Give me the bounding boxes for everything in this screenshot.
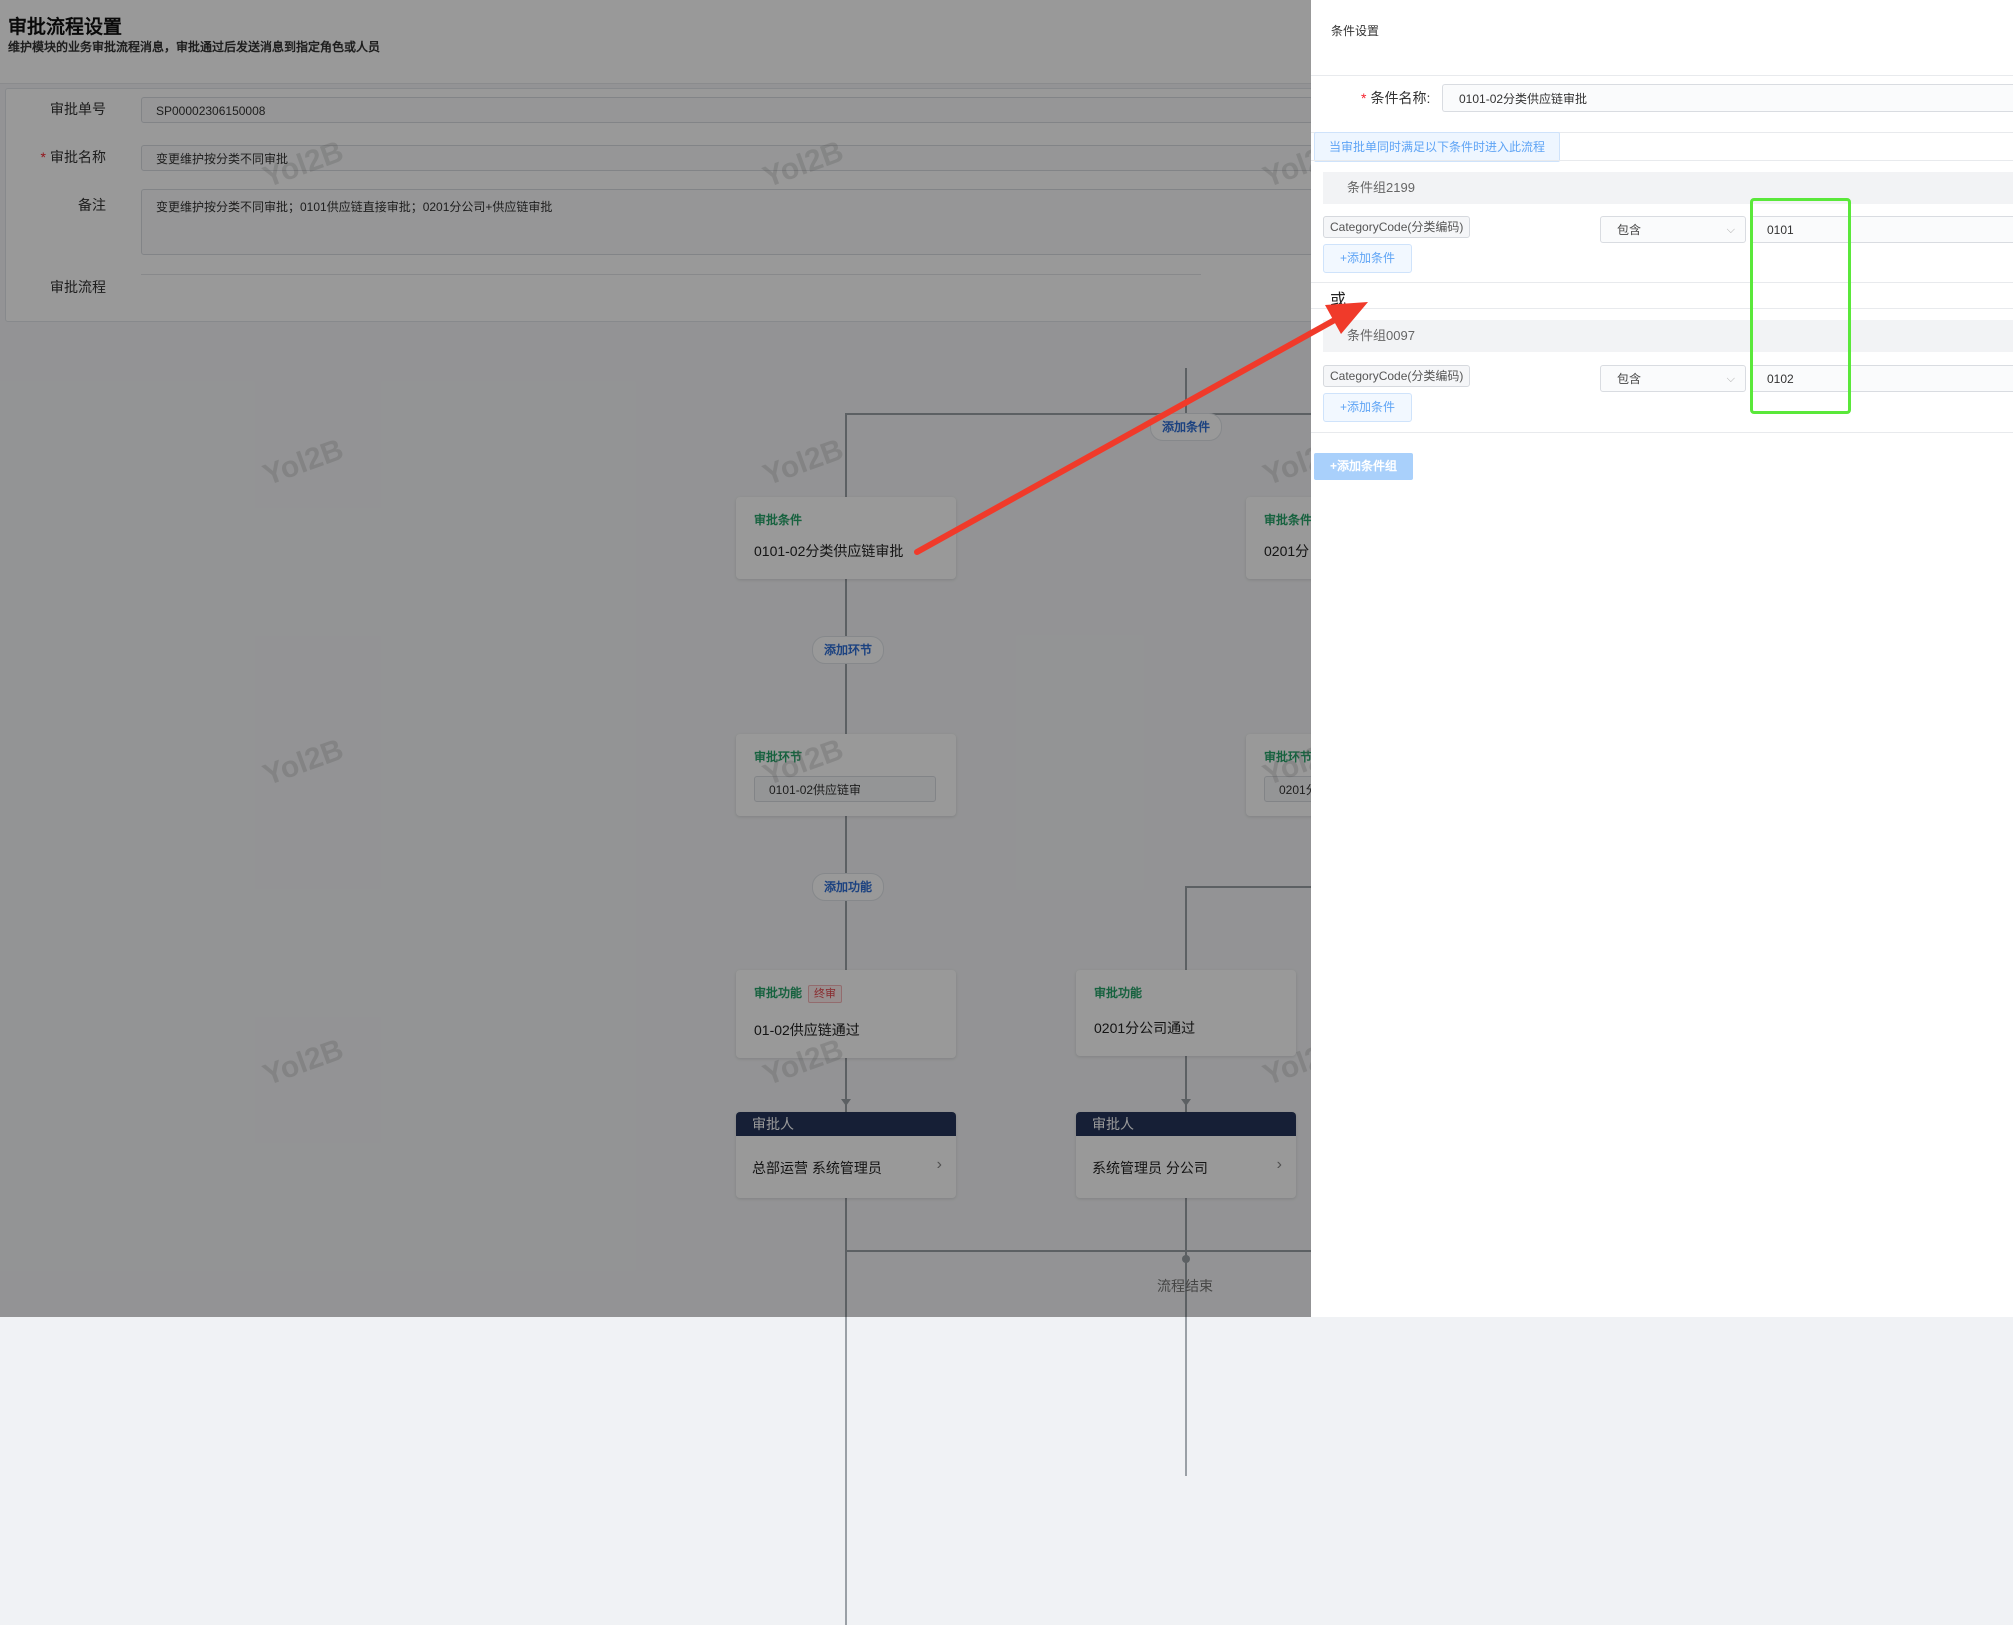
condition-field[interactable]: CategoryCode(分类编码) xyxy=(1323,216,1471,238)
condition-name-label-text: 条件名称: xyxy=(1370,90,1431,106)
condition-settings-drawer: 条件设置 * 条件名称: 0101-02分类供应链审批 当审批单同时满足以下条件时… xyxy=(1311,0,2013,1317)
drawer-title: 条件设置 xyxy=(1331,24,1380,38)
operator-select[interactable]: 包含 ⌵ xyxy=(1600,365,1746,392)
operator-select-value: 包含 xyxy=(1617,223,1642,237)
required-mark: * xyxy=(1361,90,1367,106)
modal-overlay[interactable] xyxy=(0,0,1311,1317)
divider xyxy=(1311,282,2013,283)
condition-group-header: 条件组0097 xyxy=(1323,320,2013,352)
condition-group-header: 条件组2199 xyxy=(1323,172,2013,204)
or-separator: 或 xyxy=(1330,292,1347,309)
divider xyxy=(1311,160,2013,161)
add-condition-group-button[interactable]: +添加条件组 xyxy=(1314,453,1414,480)
condition-value-input[interactable]: 0102 xyxy=(1750,365,2013,392)
condition-value-input[interactable]: 0101 xyxy=(1750,216,2013,243)
drawer-divider xyxy=(1311,75,2013,76)
add-condition-button[interactable]: +添加条件 xyxy=(1323,393,1413,422)
condition-field[interactable]: CategoryCode(分类编码) xyxy=(1323,365,1471,387)
operator-select[interactable]: 包含 ⌵ xyxy=(1600,216,1746,243)
condition-name-input[interactable]: 0101-02分类供应链审批 xyxy=(1442,84,2013,112)
chevron-down-icon: ⌵ xyxy=(1726,224,1735,236)
divider xyxy=(1311,308,2013,309)
divider xyxy=(1311,432,2013,433)
operator-select-value: 包含 xyxy=(1617,372,1642,386)
chevron-down-icon: ⌵ xyxy=(1726,373,1735,385)
condition-hint: 当审批单同时满足以下条件时进入此流程 xyxy=(1314,132,1561,162)
condition-name-label: * 条件名称: xyxy=(1361,88,1430,108)
add-condition-button[interactable]: +添加条件 xyxy=(1323,244,1413,273)
